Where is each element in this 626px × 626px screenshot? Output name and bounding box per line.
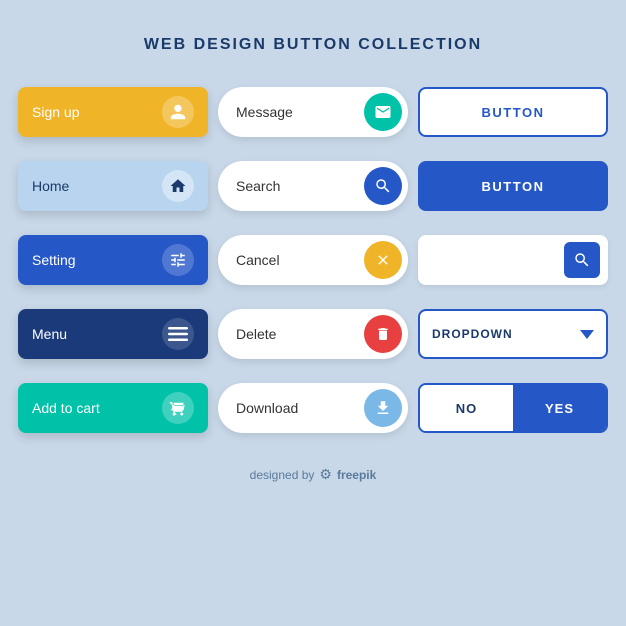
freepik-logo: ⚙ xyxy=(319,466,332,483)
yes-button[interactable]: YES xyxy=(513,385,606,431)
menu-label: Menu xyxy=(32,326,67,342)
hamburger-icon xyxy=(162,318,194,350)
search-button[interactable]: Search xyxy=(218,161,408,211)
x-icon xyxy=(364,241,402,279)
signup-button[interactable]: Sign up xyxy=(18,87,208,137)
dropdown-button[interactable]: DROPDOWN xyxy=(418,309,608,359)
envelope-icon xyxy=(364,93,402,131)
user-icon xyxy=(162,96,194,128)
button-grid: Sign up Message BUTTON Home Search BUTTO… xyxy=(18,82,608,438)
button-outline-1[interactable]: BUTTON xyxy=(418,87,608,137)
setting-label: Setting xyxy=(32,252,76,268)
download-icon xyxy=(364,389,402,427)
search-box-icon xyxy=(564,242,600,278)
cart-icon xyxy=(162,392,194,424)
no-label: NO xyxy=(456,401,478,416)
button-outline-1-label: BUTTON xyxy=(482,105,545,120)
button-solid-2-label: BUTTON xyxy=(482,179,545,194)
home-icon xyxy=(162,170,194,202)
yes-label: YES xyxy=(545,401,574,416)
footer-brand: freepik xyxy=(337,468,376,482)
search-icon xyxy=(364,167,402,205)
no-button[interactable]: NO xyxy=(420,385,513,431)
addtocart-label: Add to cart xyxy=(32,400,100,416)
addtocart-button[interactable]: Add to cart xyxy=(18,383,208,433)
dropdown-label: DROPDOWN xyxy=(432,327,513,341)
download-button[interactable]: Download xyxy=(218,383,408,433)
chevron-down-icon xyxy=(580,330,594,339)
cancel-button[interactable]: Cancel xyxy=(218,235,408,285)
home-label: Home xyxy=(32,178,69,194)
sliders-icon xyxy=(162,244,194,276)
download-label: Download xyxy=(236,400,364,416)
search-label: Search xyxy=(236,178,364,194)
message-label: Message xyxy=(236,104,364,120)
no-yes-button[interactable]: NO YES xyxy=(418,383,608,433)
trash-icon xyxy=(364,315,402,353)
setting-button[interactable]: Setting xyxy=(18,235,208,285)
message-button[interactable]: Message xyxy=(218,87,408,137)
delete-button[interactable]: Delete xyxy=(218,309,408,359)
signup-label: Sign up xyxy=(32,104,79,120)
delete-label: Delete xyxy=(236,326,364,342)
search-right-button[interactable] xyxy=(418,235,608,285)
menu-button[interactable]: Menu xyxy=(18,309,208,359)
cancel-label: Cancel xyxy=(236,252,364,268)
home-button[interactable]: Home xyxy=(18,161,208,211)
button-solid-2[interactable]: BUTTON xyxy=(418,161,608,211)
page-title: WEB DESIGN BUTTON COLLECTION xyxy=(144,36,482,54)
footer-label: designed by xyxy=(250,468,315,482)
footer: designed by ⚙ freepik xyxy=(250,466,377,483)
